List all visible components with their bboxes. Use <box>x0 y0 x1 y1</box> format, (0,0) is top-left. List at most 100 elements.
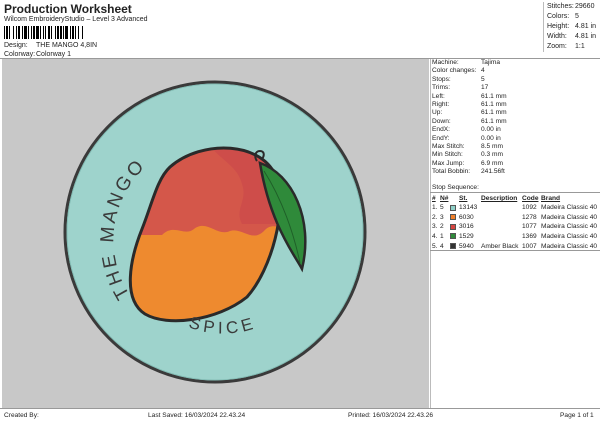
info-label: Right: <box>432 100 450 108</box>
info-value: 0.00 in <box>481 126 501 134</box>
info-label: Total Bobbin: <box>432 168 471 176</box>
stop-cell-brand: Madeira Classic 40 <box>541 223 598 231</box>
stop-cell-num: 4. <box>432 233 438 241</box>
embroidery-design: THE MANGO SPICE <box>63 80 367 384</box>
stat-label: Zoom: <box>547 43 567 50</box>
col-header-description: Description <box>481 195 518 202</box>
stop-cell-brand: Madeira Classic 40 <box>541 213 598 221</box>
machine-info-row: Min Stitch: 0.3 mm <box>430 151 600 159</box>
stat-stitches: Stitches: 29660 <box>544 2 599 12</box>
info-label: EndX: <box>432 126 450 134</box>
machine-info-row: Trims: 17 <box>430 84 600 92</box>
info-value: 4 <box>481 67 485 75</box>
machine-info-row: Max Stitch: 8.5 mm <box>430 143 600 151</box>
machine-info-row: Down: 61.1 mm <box>430 118 600 126</box>
stop-cell-num: 1. <box>432 204 438 212</box>
stop-cell-desc <box>481 222 522 232</box>
stop-cell-st: 6030 <box>459 213 474 221</box>
stop-divider <box>430 192 600 193</box>
info-value: 0.3 mm <box>481 151 503 159</box>
stat-height: Height: 4.81 in <box>544 22 599 32</box>
machine-info-row: Machine: Tajima <box>430 59 600 67</box>
stop-swatch-cell <box>450 222 459 232</box>
info-label: Down: <box>432 117 451 125</box>
machine-info-row: EndX: 0.00 in <box>430 126 600 134</box>
stop-cell-n: 1 <box>440 233 444 241</box>
machine-info-row: Up: 61.1 mm <box>430 109 600 117</box>
info-label: Max Stitch: <box>432 142 465 150</box>
footer-divider <box>0 408 600 409</box>
info-label: Stops: <box>432 75 451 83</box>
stop-cell-code: 1092 <box>522 204 537 212</box>
machine-info-row: Total Bobbin: 241.56ft <box>430 168 600 176</box>
colorway-label: Colorway: <box>4 51 36 58</box>
stop-cell-brand: Madeira Classic 40 <box>541 204 598 212</box>
stop-cell-code: 1278 <box>522 213 537 221</box>
design-row: Design: THE MANGO 4,8IN <box>4 42 97 49</box>
col-header-n: N# <box>440 195 449 202</box>
stat-value: 4.81 in <box>575 23 597 30</box>
info-label: Machine: <box>432 59 459 66</box>
info-label: Color changes: <box>432 67 477 75</box>
color-swatch <box>450 233 456 240</box>
info-label: Left: <box>432 92 445 100</box>
col-header-code: Code <box>522 195 539 202</box>
colorway-row: Colorway: Colorway 1 <box>4 51 71 58</box>
footer-last-saved: Last Saved: 16/03/2024 22.43.24 <box>148 412 246 419</box>
stat-width: Width: 4.81 in <box>544 32 599 42</box>
color-swatch <box>450 214 456 221</box>
stat-label: Stitches: <box>547 3 574 10</box>
stop-sequence-table: # N# St. Description Code Brand 1. 5 13143… <box>432 194 600 251</box>
stop-cell-st: 13143 <box>459 204 478 212</box>
design-preview: THE MANGO SPICE <box>2 59 429 408</box>
stat-label: Colors: <box>547 13 570 20</box>
col-header-st: St. <box>459 195 468 202</box>
colorway-value: Colorway 1 <box>36 51 72 58</box>
barcode-bar <box>83 26 84 39</box>
stop-cell-n: 5 <box>440 204 444 212</box>
footer-printed: Printed: 16/03/2024 22.43.26 <box>348 412 434 419</box>
machine-info-row: Stops: 5 <box>430 76 600 84</box>
color-swatch <box>450 204 456 211</box>
stat-value: 29660 <box>575 3 595 10</box>
stop-cell-desc <box>481 232 522 242</box>
info-label: Trims: <box>432 84 451 92</box>
info-label: Max Jump: <box>432 159 465 167</box>
machine-info: Machine: Tajima Color changes: 4 Stops: 5 Trim… <box>430 59 600 176</box>
stop-cell-code: 1077 <box>522 223 537 231</box>
stop-cell-brand: Madeira Classic 40 <box>541 233 598 241</box>
stats-panel: Stitches: 29660 Colors: 5 Height: 4.81 in W… <box>543 2 599 52</box>
info-value: 6.9 mm <box>481 159 503 167</box>
machine-info-row: Right: 61.1 mm <box>430 101 600 109</box>
stop-cell-num: 2. <box>432 213 438 221</box>
machine-info-row: Color changes: 4 <box>430 67 600 75</box>
info-label: Min Stitch: <box>432 151 463 159</box>
worksheet-title: Production Worksheet <box>4 2 132 16</box>
stat-label: Width: <box>547 33 567 40</box>
barcode <box>4 26 128 39</box>
machine-info-row: EndY: 0.00 in <box>430 135 600 143</box>
stat-zoom: Zoom: 1:1 <box>544 42 599 52</box>
stop-cell-desc <box>481 203 522 213</box>
info-value: 17 <box>481 84 489 92</box>
info-value: 61.1 mm <box>481 92 507 100</box>
stat-value: 1:1 <box>575 43 585 50</box>
stat-value: 5 <box>575 13 579 20</box>
stop-cell-desc <box>481 213 522 223</box>
stop-swatch-cell <box>450 232 459 242</box>
footer-page: Page 1 of 1 <box>560 412 594 419</box>
stop-row: 4. 1 1529 1369 Madeira Classic 40 <box>432 232 600 242</box>
stop-row: 3. 2 3016 1077 Madeira Classic 40 <box>432 222 600 232</box>
stat-colors: Colors: 5 <box>544 12 599 22</box>
stop-cell-n: 2 <box>440 223 444 231</box>
footer-created-by: Created By: <box>4 412 39 419</box>
stop-cell-st: 3016 <box>459 223 474 231</box>
design-label: Design: <box>4 42 28 49</box>
stop-swatch-cell <box>450 203 459 213</box>
stop-row: 1. 5 13143 1092 Madeira Classic 40 <box>432 203 600 213</box>
stop-end-divider <box>430 250 600 251</box>
stop-row: 2. 3 6030 1278 Madeira Classic 40 <box>432 213 600 223</box>
col-header-num: # <box>432 195 436 202</box>
color-swatch <box>450 223 456 230</box>
design-value: THE MANGO 4,8IN <box>36 42 98 49</box>
